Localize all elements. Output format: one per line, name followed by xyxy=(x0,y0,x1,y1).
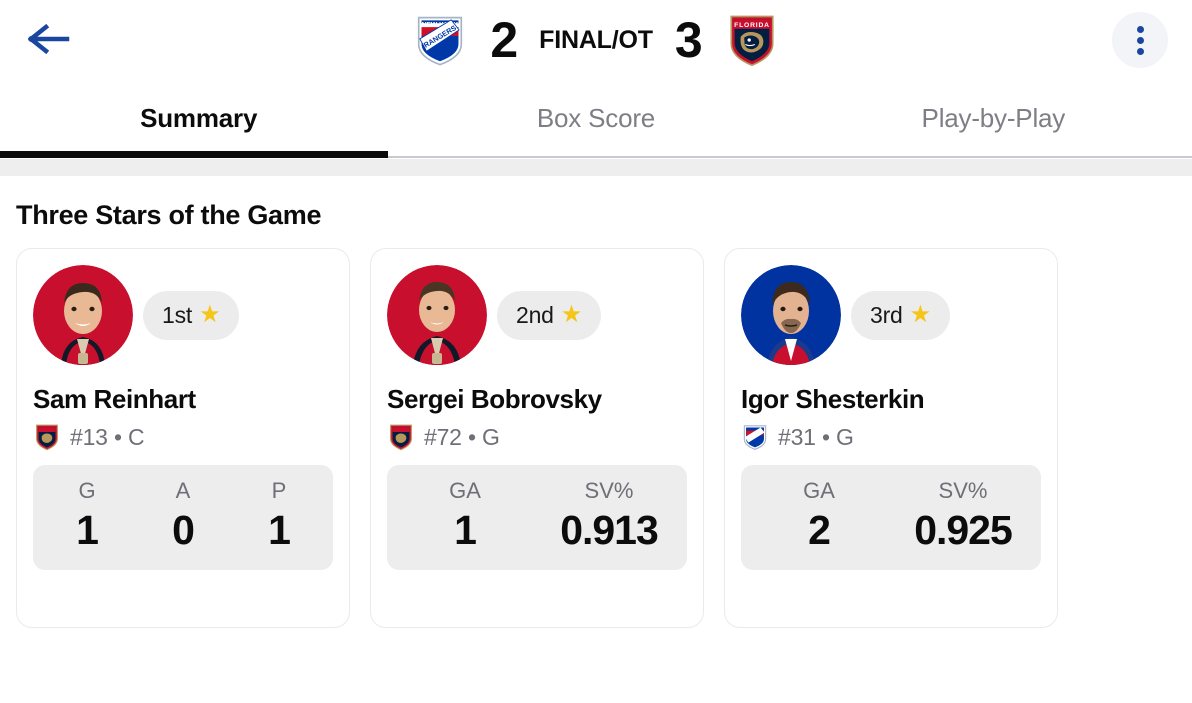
more-options-button[interactable] xyxy=(1112,12,1168,68)
rank-badge: 3rd ★ xyxy=(851,290,950,340)
stat-cell: GA 2 xyxy=(747,477,891,554)
player-name: Sam Reinhart xyxy=(33,384,196,414)
home-score: 3 xyxy=(674,12,703,68)
rank-label: 1st xyxy=(162,301,193,328)
three-stars-section: Three Stars of the Game 1st ★ Sam Reinha… xyxy=(0,176,1192,628)
scoreline: NEW YORK RANGERS 2 FINAL/OT 3 FLORIDA xyxy=(412,12,779,68)
rank-badge: 2nd ★ xyxy=(497,290,602,340)
star-card-2[interactable]: 2nd ★ Sergei Bobrovsky #72 • G GA 1 SV% … xyxy=(370,248,704,628)
player-number-position: #13 • C xyxy=(70,423,145,450)
stat-value: 0.925 xyxy=(914,506,1013,553)
stat-label: SV% xyxy=(938,478,988,503)
stat-label: G xyxy=(78,478,96,503)
star-card-header: 3rd ★ xyxy=(741,265,1041,365)
game-status: FINAL/OT xyxy=(539,25,653,54)
kebab-menu-icon xyxy=(1136,25,1144,55)
stat-label: P xyxy=(271,478,287,503)
stat-value: 0 xyxy=(172,506,195,553)
back-arrow-icon xyxy=(27,22,71,59)
rank-badge: 1st ★ xyxy=(143,290,240,340)
panthers-logo xyxy=(387,423,415,451)
tab-summary-label: Summary xyxy=(140,102,258,133)
rank-label: 2nd xyxy=(516,301,554,328)
stat-value: 2 xyxy=(808,506,831,553)
star-card-3[interactable]: 3rd ★ Igor Shesterkin #31 • G GA 2 SV% 0… xyxy=(724,248,1058,628)
stat-value: 1 xyxy=(268,506,291,553)
player-meta: #31 • G xyxy=(741,423,1041,451)
player-meta: #72 • G xyxy=(387,423,687,451)
player-stats: GA 2 SV% 0.925 xyxy=(741,465,1041,570)
tab-box-score[interactable]: Box Score xyxy=(397,80,794,158)
tab-box-score-label: Box Score xyxy=(536,102,656,133)
tab-summary[interactable]: Summary xyxy=(0,80,397,158)
stat-cell: G 1 xyxy=(39,477,135,554)
back-button[interactable] xyxy=(18,13,80,67)
stat-cell: P 1 xyxy=(231,477,327,554)
gold-star-icon: ★ xyxy=(560,301,583,328)
star-card-header: 1st ★ xyxy=(33,265,333,365)
page-title: Three Stars of the Game xyxy=(16,200,322,230)
rangers-logo: NEW YORK RANGERS xyxy=(412,12,468,68)
stat-cell: SV% 0.913 xyxy=(537,477,681,554)
tab-bar: Summary Box Score Play-by-Play xyxy=(0,80,1192,158)
star-card-header: 2nd ★ xyxy=(387,265,687,365)
tab-play-by-play-label: Play-by-Play xyxy=(921,102,1066,133)
stat-value: 1 xyxy=(454,506,477,553)
panthers-logo: FLORIDA xyxy=(724,12,780,68)
gold-star-icon: ★ xyxy=(909,301,932,328)
avatar xyxy=(33,265,133,365)
stat-value: 0.913 xyxy=(560,506,659,553)
svg-text:FLORIDA: FLORIDA xyxy=(734,22,770,29)
rangers-logo xyxy=(741,423,769,451)
avatar xyxy=(387,265,487,365)
player-name: Igor Shesterkin xyxy=(741,384,925,414)
panthers-logo xyxy=(33,423,61,451)
stat-cell: GA 1 xyxy=(393,477,537,554)
stat-label: GA xyxy=(803,478,835,503)
section-separator xyxy=(0,158,1192,176)
player-meta: #13 • C xyxy=(33,423,333,451)
stat-value: 1 xyxy=(76,506,99,553)
star-card-1[interactable]: 1st ★ Sam Reinhart #13 • C G 1 A 0 P 1 xyxy=(16,248,350,628)
tab-active-indicator xyxy=(0,151,388,158)
stat-label: A xyxy=(175,478,191,503)
stat-cell: A 0 xyxy=(135,477,231,554)
avatar xyxy=(741,265,841,365)
stat-label: GA xyxy=(449,478,481,503)
rank-label: 3rd xyxy=(870,301,903,328)
gold-star-icon: ★ xyxy=(199,301,221,328)
player-stats: G 1 A 0 P 1 xyxy=(33,465,333,570)
game-header: NEW YORK RANGERS 2 FINAL/OT 3 FLORIDA xyxy=(0,0,1192,80)
tab-play-by-play[interactable]: Play-by-Play xyxy=(795,80,1192,158)
player-name: Sergei Bobrovsky xyxy=(387,384,602,414)
player-stats: GA 1 SV% 0.913 xyxy=(387,465,687,570)
three-stars-card-list: 1st ★ Sam Reinhart #13 • C G 1 A 0 P 1 2… xyxy=(16,248,1176,628)
stat-label: SV% xyxy=(584,478,634,503)
stat-cell: SV% 0.925 xyxy=(891,477,1035,554)
player-number-position: #31 • G xyxy=(778,423,854,450)
player-number-position: #72 • G xyxy=(424,423,500,450)
away-score: 2 xyxy=(490,12,518,68)
